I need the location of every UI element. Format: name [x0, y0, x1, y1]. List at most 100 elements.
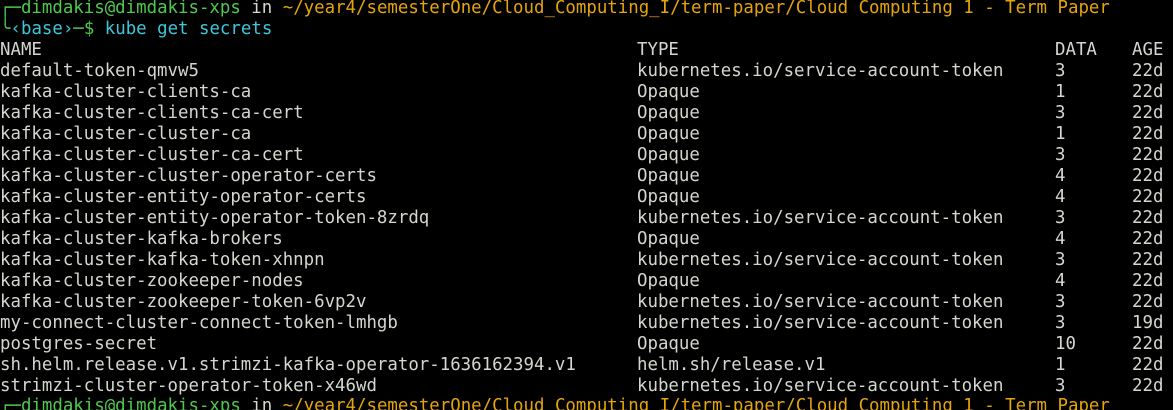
secret-data: 3: [1055, 145, 1066, 165]
secret-type: Opaque: [637, 271, 700, 291]
secret-age: 22d: [1132, 187, 1164, 207]
prompt-user-host: dimdakis@dimdakis-xps: [20, 0, 241, 18]
secret-type: kubernetes.io/service-account-token: [637, 250, 1004, 270]
secret-data: 3: [1055, 103, 1066, 123]
secret-name: kafka-cluster-zookeeper-nodes: [0, 271, 304, 291]
next-prompt-user-host: dimdakis@dimdakis-xps: [20, 396, 241, 410]
next-prompt-in-word: in: [240, 396, 283, 410]
prompt-in-word: in: [240, 0, 283, 18]
table-row: kafka-cluster-clients-ca-cert Opaque 3 2…: [0, 103, 1173, 124]
table-row: my-connect-cluster-connect-token-lmhgb k…: [0, 313, 1173, 334]
secret-name: strimzi-cluster-operator-token-x46wd: [0, 376, 377, 396]
secret-data: 10: [1055, 334, 1076, 354]
secret-name: kafka-cluster-zookeeper-token-6vp2v: [0, 292, 367, 312]
secret-name: kafka-cluster-cluster-ca-cert: [0, 145, 304, 165]
conda-env-name: base: [20, 19, 63, 39]
prompt-path: ~/year4/semesterOne/Cloud_Computing_I/te…: [282, 0, 1110, 18]
secret-type: Opaque: [637, 103, 700, 123]
secret-name: kafka-cluster-kafka-token-xhnpn: [0, 250, 325, 270]
secret-name: postgres-secret: [0, 334, 158, 354]
secret-age: 22d: [1132, 82, 1164, 102]
table-row: kafka-cluster-kafka-brokers Opaque 4 22d: [0, 229, 1173, 250]
secret-type: Opaque: [637, 82, 700, 102]
secret-age: 22d: [1132, 250, 1164, 270]
secret-age: 22d: [1132, 271, 1164, 291]
secret-data: 1: [1055, 355, 1066, 375]
secret-age: 19d: [1132, 313, 1164, 333]
table-row: kafka-cluster-cluster-operator-certs Opa…: [0, 166, 1173, 187]
secret-age: 22d: [1132, 355, 1164, 375]
secret-name: kafka-cluster-clients-ca-cert: [0, 103, 304, 123]
secret-data: 4: [1055, 166, 1066, 186]
secret-type: Opaque: [637, 145, 700, 165]
secret-type: kubernetes.io/service-account-token: [637, 292, 1004, 312]
secret-data: 3: [1055, 250, 1066, 270]
secret-data: 3: [1055, 208, 1066, 228]
prompt-corner-bottom: ╰: [0, 19, 11, 39]
prompt-corner-top: ┌─: [0, 0, 21, 18]
secret-age: 22d: [1132, 124, 1164, 144]
secret-name: kafka-cluster-entity-operator-token-8zrd…: [0, 208, 430, 228]
header-age: AGE: [1132, 40, 1164, 60]
secret-type: helm.sh/release.v1: [637, 355, 826, 375]
table-row: postgres-secret Opaque 10 22d: [0, 334, 1173, 355]
secret-age: 22d: [1132, 292, 1164, 312]
secret-type: Opaque: [637, 166, 700, 186]
table-row: kafka-cluster-kafka-token-xhnpn kubernet…: [0, 250, 1173, 271]
secret-name: kafka-cluster-kafka-brokers: [0, 229, 283, 249]
prompt-line-command: ╰‹base›─$ kube get secrets: [0, 19, 272, 40]
table-row: default-token-qmvw5 kubernetes.io/servic…: [0, 61, 1173, 82]
secret-age: 22d: [1132, 166, 1164, 186]
secret-type: kubernetes.io/service-account-token: [637, 313, 1004, 333]
conda-env-close: ›: [62, 19, 74, 39]
conda-env-open: ‹: [10, 19, 21, 39]
secret-name: my-connect-cluster-connect-token-lmhgb: [0, 313, 398, 333]
table-row: kafka-cluster-cluster-ca-cert Opaque 3 2…: [0, 145, 1173, 166]
secret-type: Opaque: [637, 187, 700, 207]
table-row: kafka-cluster-zookeeper-token-6vp2v kube…: [0, 292, 1173, 313]
secret-data: 3: [1055, 313, 1066, 333]
table-row: kafka-cluster-entity-operator-token-8zrd…: [0, 208, 1173, 229]
secret-type: Opaque: [637, 229, 700, 249]
secret-name: kafka-cluster-entity-operator-certs: [0, 187, 367, 207]
header-type: TYPE: [637, 40, 679, 60]
secret-age: 22d: [1132, 103, 1164, 123]
secret-data: 1: [1055, 124, 1066, 144]
table-row: kafka-cluster-clients-ca Opaque 1 22d: [0, 82, 1173, 103]
table-row: sh.helm.release.v1.strimzi-kafka-operato…: [0, 355, 1173, 376]
next-prompt-line: ┌─dimdakis@dimdakis-xps in ~/year4/semes…: [0, 396, 1110, 410]
table-header: NAME TYPE DATA AGE: [0, 40, 1173, 61]
secret-type: Opaque: [637, 334, 700, 354]
secret-data: 4: [1055, 229, 1066, 249]
secret-data: 3: [1055, 292, 1066, 312]
header-name: NAME: [0, 40, 42, 60]
prompt-arrow: ─$: [73, 19, 105, 39]
secret-name: kafka-cluster-cluster-ca: [0, 124, 252, 144]
secret-age: 22d: [1132, 334, 1164, 354]
secret-age: 22d: [1132, 208, 1164, 228]
command-text: kube get secrets: [104, 19, 273, 39]
secret-age: 22d: [1132, 376, 1164, 396]
secret-type: kubernetes.io/service-account-token: [637, 208, 1004, 228]
next-prompt-path: ~/year4/semesterOne/Cloud_Computing_I/te…: [282, 396, 1110, 410]
secret-data: 4: [1055, 271, 1066, 291]
secret-data: 3: [1055, 61, 1066, 81]
table-row: kafka-cluster-zookeeper-nodes Opaque 4 2…: [0, 271, 1173, 292]
table-row: kafka-cluster-cluster-ca Opaque 1 22d: [0, 124, 1173, 145]
terminal-window[interactable]: ┌─dimdakis@dimdakis-xps in ~/year4/semes…: [0, 0, 1173, 410]
secret-age: 22d: [1132, 145, 1164, 165]
secret-age: 22d: [1132, 61, 1164, 81]
secret-age: 22d: [1132, 229, 1164, 249]
header-data: DATA: [1055, 40, 1097, 60]
secret-name: kafka-cluster-clients-ca: [0, 82, 252, 102]
table-row: kafka-cluster-entity-operator-certs Opaq…: [0, 187, 1173, 208]
secret-type: kubernetes.io/service-account-token: [637, 61, 1004, 81]
secret-name: sh.helm.release.v1.strimzi-kafka-operato…: [0, 355, 576, 375]
secret-name: kafka-cluster-cluster-operator-certs: [0, 166, 377, 186]
secret-name: default-token-qmvw5: [0, 61, 199, 81]
table-row: strimzi-cluster-operator-token-x46wd kub…: [0, 376, 1173, 397]
secret-type: Opaque: [637, 124, 700, 144]
secret-type: kubernetes.io/service-account-token: [637, 376, 1004, 396]
prompt-line-top: ┌─dimdakis@dimdakis-xps in ~/year4/semes…: [0, 0, 1110, 19]
secret-data: 4: [1055, 187, 1066, 207]
